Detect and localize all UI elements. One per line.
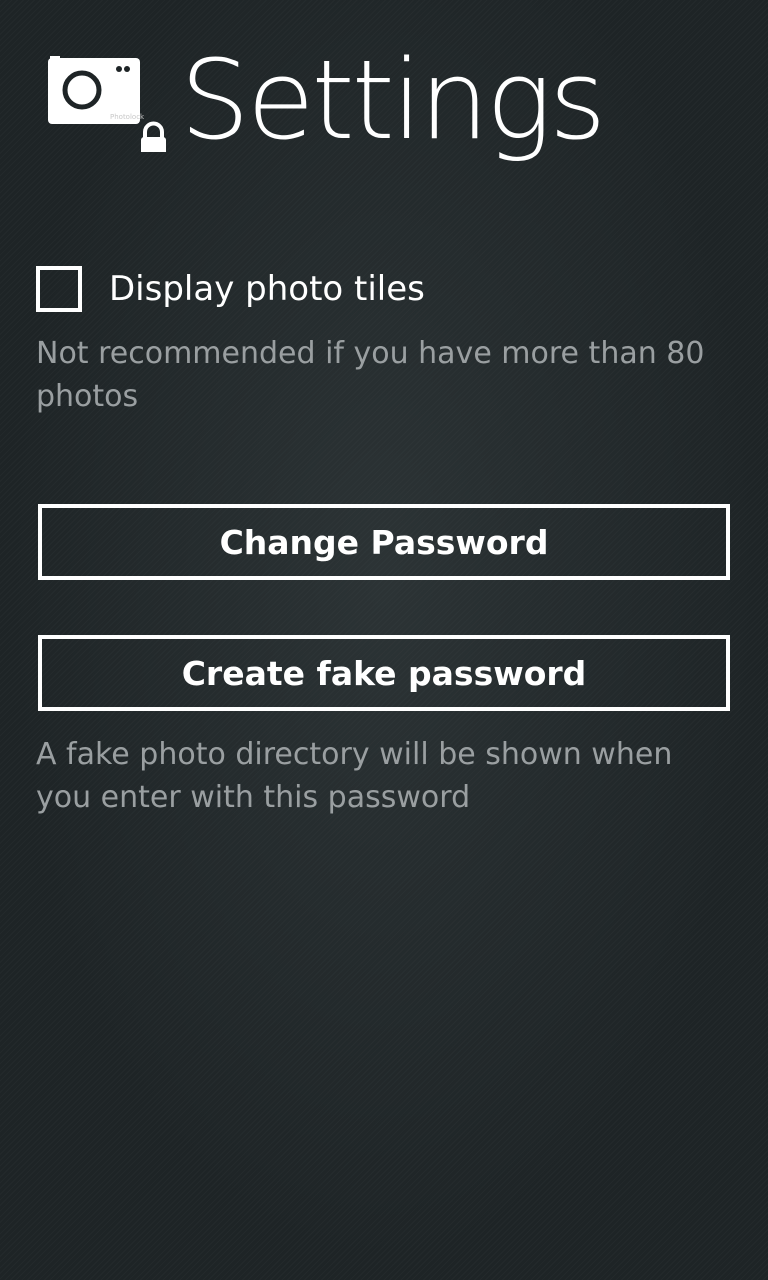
checkbox-box[interactable]: [36, 266, 82, 312]
create-fake-password-button[interactable]: Create fake password: [38, 635, 730, 711]
page-header: Photolock Settings: [46, 40, 746, 180]
display-photo-tiles-checkbox[interactable]: Display photo tiles: [36, 262, 736, 316]
checkbox-label[interactable]: Display photo tiles: [109, 267, 425, 311]
camera-lock-icon: Photolock: [48, 56, 166, 152]
change-password-button[interactable]: Change Password: [38, 504, 730, 580]
fake-password-hint: A fake photo directory will be shown whe…: [36, 737, 673, 815]
photo-tiles-hint: Not recommended if you have more than 80…: [36, 336, 705, 414]
logo-text: Photolock: [110, 113, 145, 121]
page-title: Settings: [180, 36, 606, 164]
